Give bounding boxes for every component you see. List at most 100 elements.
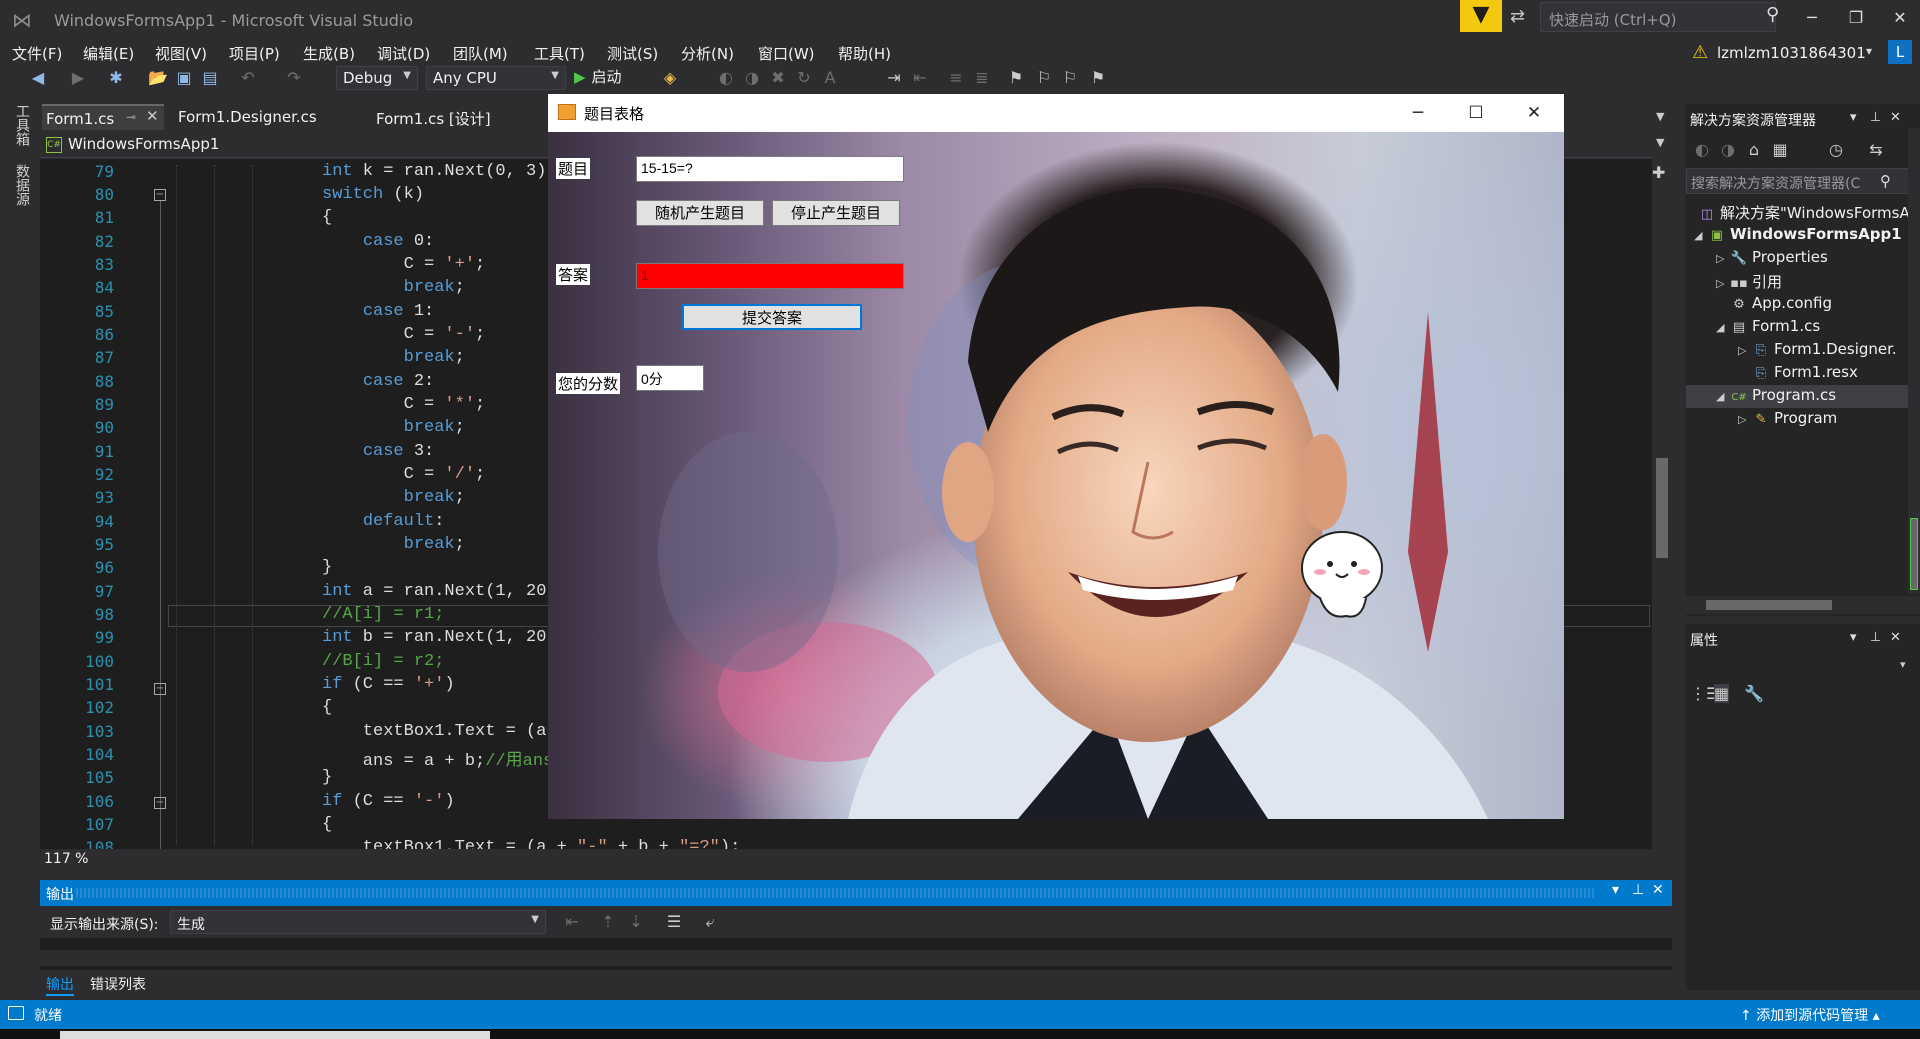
menu-team[interactable]: 团队(M) (453, 43, 508, 64)
search-icon[interactable]: ⚲ (1880, 172, 1891, 190)
submit-answer-button[interactable]: 提交答案 (682, 304, 862, 330)
expanded-arrow-icon[interactable]: ◢ (1716, 321, 1730, 334)
menu-window[interactable]: 窗口(W) (758, 43, 815, 64)
tree-item-app-config[interactable]: ⚙ App.config (1730, 294, 1832, 317)
search-icon[interactable]: ⚲ (1766, 4, 1779, 25)
menu-build[interactable]: 生成(B) (303, 43, 355, 64)
chevron-down-icon[interactable]: ▼ (1656, 110, 1664, 123)
collapse-icon[interactable]: − (154, 797, 166, 809)
notification-filter-icon[interactable]: ▼ (1460, 0, 1502, 32)
forward-icon[interactable]: ▶ (68, 68, 88, 87)
chevron-down-icon[interactable]: ▾ (1850, 110, 1857, 125)
close-icon[interactable]: ✕ (146, 107, 159, 125)
property-pages-icon[interactable]: 🔧 (1744, 684, 1764, 703)
question-textbox[interactable]: 15-15=? (636, 156, 904, 182)
tree-item-solution[interactable]: ◫ 解决方案"WindowsFormsA (1698, 202, 1910, 225)
scrollbar-thumb[interactable] (1656, 458, 1668, 558)
clear-bookmarks-icon[interactable]: ⚑ (1088, 68, 1108, 87)
switch-views-icon[interactable]: ▦ (1770, 140, 1790, 159)
chevron-down-icon[interactable]: ▾ (1850, 630, 1857, 645)
close-icon[interactable]: ✕ (1652, 882, 1664, 898)
tree-item-program-cs[interactable]: ◢ C# Program.cs (1716, 386, 1836, 409)
tree-item-form1[interactable]: ◢ ▤ Form1.cs (1716, 317, 1820, 340)
close-icon[interactable]: ✕ (1890, 110, 1901, 125)
avatar[interactable]: L (1888, 40, 1912, 64)
scrollbar-thumb[interactable] (1910, 518, 1918, 590)
clear-all-icon[interactable]: ☰ (664, 912, 684, 931)
collapse-icon[interactable]: − (154, 683, 166, 695)
split-editor-icon[interactable]: ✚ (1652, 163, 1665, 182)
step-forward-icon[interactable]: ◑ (742, 68, 762, 87)
step-back-icon[interactable]: ◐ (716, 68, 736, 87)
collapsed-arrow-icon[interactable]: ▷ (1716, 252, 1730, 265)
zoom-level[interactable]: 117 % (44, 851, 88, 867)
tree-item-project[interactable]: ◢ ▣ WindowsFormsApp1 (1694, 225, 1902, 248)
expanded-arrow-icon[interactable]: ◢ (1716, 390, 1730, 403)
tree-item-properties[interactable]: ▷ 🔧 Properties (1716, 248, 1828, 271)
random-question-button[interactable]: 随机产生题目 (636, 200, 764, 226)
sync-icon[interactable]: ⇆ (1866, 140, 1886, 159)
start-debugging-button[interactable]: ▶ 启动 (574, 66, 644, 90)
project-dropdown[interactable]: WindowsFormsApp1 (68, 135, 219, 153)
home-icon[interactable]: ⌂ (1744, 140, 1764, 159)
save-all-icon[interactable]: ▤ (200, 68, 220, 87)
user-name[interactable]: lzmlzm1031864301 (1717, 44, 1866, 62)
expanded-arrow-icon[interactable]: ◢ (1694, 229, 1708, 242)
menu-debug[interactable]: 调试(D) (377, 43, 430, 64)
open-file-icon[interactable]: 📂 (148, 68, 168, 87)
menu-help[interactable]: 帮助(H) (838, 43, 891, 64)
tab-form1-designer[interactable]: Form1.Designer.cs (174, 104, 321, 130)
menu-tools[interactable]: 工具(T) (534, 43, 585, 64)
next-message-icon[interactable]: ⇣ (626, 912, 646, 931)
save-icon[interactable]: ▣ (174, 68, 194, 87)
chevron-down-icon[interactable]: ▾ (1866, 44, 1872, 58)
feedback-icon[interactable]: ⇄ (1510, 6, 1525, 27)
form-close-button[interactable]: ✕ (1514, 100, 1554, 126)
next-bookmark-icon[interactable]: ⚐ (1060, 68, 1080, 87)
collapse-icon[interactable]: − (154, 189, 166, 201)
pending-changes-icon[interactable]: ◷ (1826, 140, 1846, 159)
toolbox-tab[interactable]: 工具箱 (12, 104, 32, 146)
alphabetical-icon[interactable]: ▦ (1714, 684, 1730, 703)
platform-select[interactable]: Any CPU ▼ (426, 66, 566, 90)
scrollbar-thumb[interactable] (1706, 600, 1832, 610)
quick-launch-input[interactable]: 快速启动 (Ctrl+Q) (1540, 2, 1776, 32)
add-to-source-control-button[interactable]: ↑ 添加到源代码管理 ▴ (1740, 1005, 1880, 1025)
pin-icon[interactable]: ⊥ (1870, 630, 1881, 645)
taskbar-item[interactable] (60, 1031, 490, 1039)
browser-link-icon[interactable]: ◈ (660, 68, 680, 87)
close-button[interactable]: ✕ (1880, 4, 1920, 32)
chevron-down-icon[interactable]: ▾ (1612, 882, 1619, 898)
menu-project[interactable]: 项目(P) (229, 43, 280, 64)
tab-form1-design[interactable]: Form1.cs [设计] (372, 104, 495, 130)
text-format-icon[interactable]: A (820, 68, 840, 87)
output-source-select[interactable]: 生成 ▼ (170, 910, 546, 934)
pin-icon[interactable]: ⊥ (1870, 110, 1881, 125)
back-icon[interactable]: ◀ (28, 68, 48, 87)
menu-analyze[interactable]: 分析(N) (681, 43, 734, 64)
configuration-select[interactable]: Debug ▼ (336, 66, 418, 90)
restore-button[interactable]: ❐ (1836, 4, 1876, 32)
tree-item-form1-designer[interactable]: ▷ ⎘ Form1.Designer. (1738, 340, 1897, 363)
chevron-down-icon[interactable]: ▼ (1656, 136, 1664, 149)
close-icon[interactable]: ✕ (1890, 630, 1901, 645)
comment-icon[interactable]: ≡ (946, 68, 966, 87)
tree-item-references[interactable]: ▷ ▪▪ 引用 (1716, 271, 1782, 294)
prev-bookmark-icon[interactable]: ⚐ (1034, 68, 1054, 87)
collapsed-arrow-icon[interactable]: ▷ (1738, 344, 1752, 357)
menu-test[interactable]: 测试(S) (607, 43, 658, 64)
undo-icon[interactable]: ↶ (238, 68, 258, 87)
tree-item-form1-resx[interactable]: ⎘ Form1.resx (1752, 363, 1858, 386)
find-message-icon[interactable]: ⇤ (562, 912, 582, 931)
outdent-icon[interactable]: ⇤ (910, 68, 930, 87)
tree-item-program-class[interactable]: ▷ ✎ Program (1738, 409, 1837, 432)
menu-edit[interactable]: 编辑(E) (83, 43, 134, 64)
form-minimize-button[interactable]: ─ (1398, 100, 1438, 126)
prev-message-icon[interactable]: ⇡ (598, 912, 618, 931)
output-horizontal-scrollbar[interactable] (40, 950, 1672, 966)
pin-icon[interactable]: ⊥ (1632, 882, 1644, 898)
score-textbox[interactable]: 0分 (636, 365, 704, 391)
forward-icon[interactable]: ◑ (1718, 140, 1738, 159)
data-sources-tab[interactable]: 数据源 (12, 164, 32, 206)
back-icon[interactable]: ◐ (1692, 140, 1712, 159)
